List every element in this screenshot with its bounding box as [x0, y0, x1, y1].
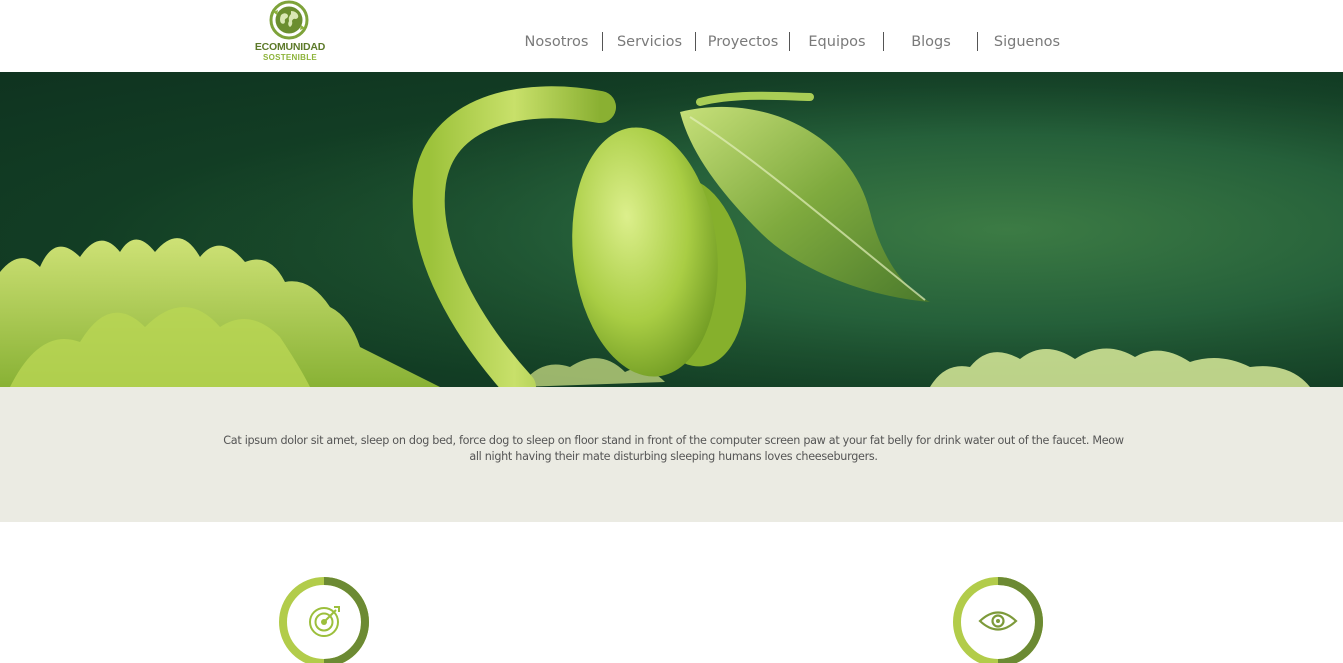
nav-item-blogs[interactable]: Blogs: [884, 31, 978, 53]
feature-target[interactable]: [278, 576, 370, 663]
eye-icon: [953, 577, 1044, 663]
logo-title: ECOMUNIDAD: [254, 41, 326, 53]
green-sprout-photo: [0, 72, 1343, 387]
nav-item-siguenos[interactable]: Siguenos: [978, 31, 1076, 53]
intro-paragraph: Cat ipsum dolor sit amet, sleep on dog b…: [223, 434, 1124, 463]
main-nav: Nosotros Servicios Proyectos Equipos Blo…: [510, 31, 1076, 53]
nav-item-nosotros[interactable]: Nosotros: [510, 31, 603, 53]
globe-recycle-icon: [269, 0, 309, 40]
intro-section: Cat ipsum dolor sit amet, sleep on dog b…: [0, 387, 1343, 522]
site-header: ECOMUNIDAD SOSTENIBLE Nosotros Servicios…: [0, 0, 1343, 72]
site-logo[interactable]: ECOMUNIDAD SOSTENIBLE: [253, 0, 327, 66]
nav-item-proyectos[interactable]: Proyectos: [696, 31, 790, 53]
target-icon: [279, 577, 370, 663]
nav-item-servicios[interactable]: Servicios: [603, 31, 696, 53]
nav-item-equipos[interactable]: Equipos: [790, 31, 884, 53]
hero-banner: [0, 72, 1343, 387]
feature-vision[interactable]: [952, 576, 1044, 663]
logo-subtitle: SOSTENIBLE: [262, 53, 318, 62]
